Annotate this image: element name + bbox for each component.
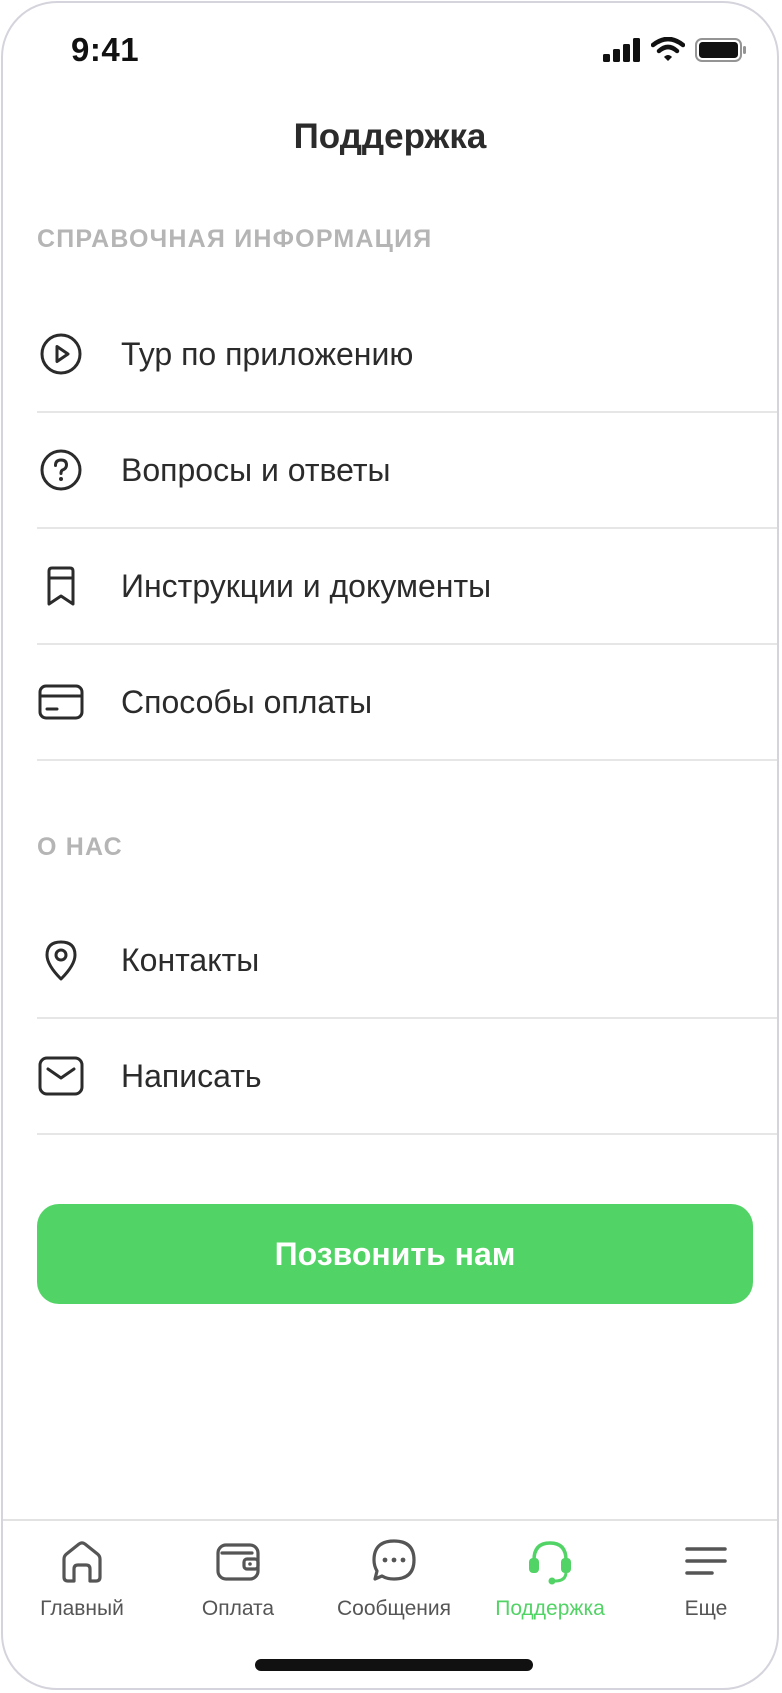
menu-item-payment-methods[interactable]: Способы оплаты	[37, 645, 777, 761]
status-icons	[603, 36, 747, 67]
wallet-icon	[212, 1535, 264, 1587]
tab-label: Главный	[40, 1597, 124, 1620]
section-title-about: О НАС	[37, 833, 123, 861]
tab-support[interactable]: Поддержка	[475, 1535, 625, 1621]
call-us-button[interactable]: Позвонить нам	[37, 1204, 753, 1304]
menu-list-about: Контакты Написать	[37, 903, 777, 1135]
mail-icon	[37, 1052, 85, 1100]
section-title-reference: СПРАВОЧНАЯ ИНФОРМАЦИЯ	[37, 225, 433, 253]
menu-item-faq[interactable]: Вопросы и ответы	[37, 413, 777, 529]
menu-item-label: Инструкции и документы	[121, 567, 492, 604]
menu-item-contacts[interactable]: Контакты	[37, 903, 777, 1019]
menu-item-app-tour[interactable]: Тур по приложению	[37, 297, 777, 413]
tab-home[interactable]: Главный	[7, 1535, 157, 1621]
menu-item-label: Тур по приложению	[121, 335, 414, 372]
status-time: 9:41	[71, 31, 140, 68]
page-title: Поддержка	[293, 117, 487, 156]
wifi-icon	[650, 36, 686, 67]
menu-icon	[680, 1535, 732, 1587]
card-icon	[37, 678, 85, 726]
home-indicator	[255, 1659, 533, 1671]
phone-frame: 9:41 Поддержка СПРАВОЧНАЯ ИНФОРМАЦИЯ Тур…	[1, 1, 779, 1690]
bookmark-icon	[37, 562, 85, 610]
menu-item-write[interactable]: Написать	[37, 1019, 777, 1135]
menu-item-label: Способы оплаты	[121, 683, 373, 720]
play-circle-icon	[37, 330, 85, 378]
tab-label: Еще	[684, 1597, 728, 1620]
tab-label: Сообщения	[337, 1597, 451, 1620]
tab-bar: Главный Оплата Сообщения Поддержка Еще	[3, 1519, 777, 1669]
tab-label: Оплата	[201, 1597, 275, 1620]
location-pin-icon	[37, 936, 85, 984]
signal-icon	[603, 37, 641, 67]
headset-icon	[524, 1535, 576, 1587]
menu-item-label: Контакты	[121, 941, 260, 978]
question-circle-icon	[37, 446, 85, 494]
home-icon	[56, 1535, 108, 1587]
menu-item-label: Вопросы и ответы	[121, 451, 391, 488]
tab-messages[interactable]: Сообщения	[319, 1535, 469, 1621]
menu-list-reference: Тур по приложению Вопросы и ответы Инстр…	[37, 297, 777, 761]
chat-icon	[368, 1535, 420, 1587]
tab-more[interactable]: Еще	[631, 1535, 777, 1621]
battery-icon	[695, 37, 747, 67]
tab-payment[interactable]: Оплата	[163, 1535, 313, 1621]
tab-label: Поддержка	[495, 1597, 605, 1620]
status-bar: 9:41	[3, 3, 777, 103]
menu-item-label: Написать	[121, 1057, 262, 1094]
menu-item-instructions[interactable]: Инструкции и документы	[37, 529, 777, 645]
